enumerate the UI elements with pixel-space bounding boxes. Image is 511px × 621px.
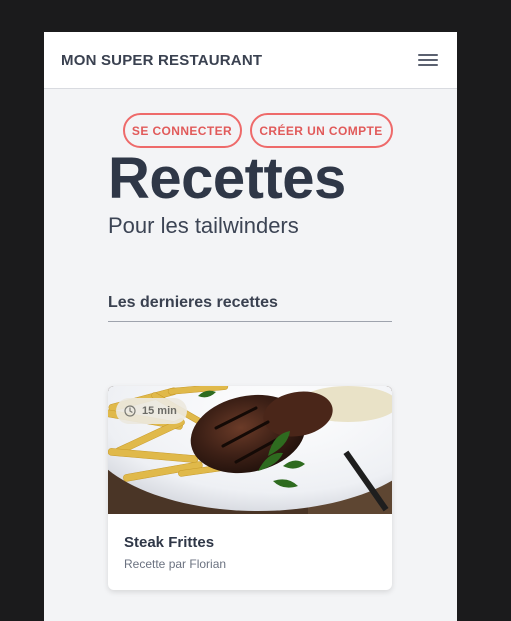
page-subtitle: Pour les tailwinders — [108, 213, 299, 238]
recipe-card[interactable]: 15 min Steak Frittes Recette par Florian — [108, 386, 392, 590]
section-title: Les dernieres recettes — [108, 294, 278, 311]
navbar: MON SUPER RESTAURANT — [44, 32, 457, 89]
clock-icon — [124, 405, 136, 417]
menu-line — [418, 59, 438, 61]
signup-button[interactable]: CRÉER UN COMPTE — [249, 113, 393, 148]
duration-text: 15 min — [142, 405, 177, 417]
brand-logo-text[interactable]: MON SUPER RESTAURANT — [61, 52, 262, 69]
recipe-image: 15 min — [108, 386, 392, 514]
login-button[interactable]: SE CONNECTER — [122, 113, 242, 148]
recipe-author: Recette par Florian — [124, 557, 227, 571]
section-divider — [108, 321, 392, 322]
menu-line — [418, 64, 438, 66]
hamburger-menu-icon[interactable] — [418, 52, 438, 68]
menu-line — [418, 54, 438, 56]
recipe-card-body: Steak Frittes Recette par Florian — [108, 514, 392, 571]
auth-buttons: SE CONNECTER CRÉER UN COMPTE — [44, 113, 457, 148]
mobile-viewport: MON SUPER RESTAURANT SE CONNECTER CRÉER … — [44, 32, 457, 621]
duration-badge: 15 min — [116, 398, 187, 424]
recipe-title: Steak Frittes — [124, 534, 215, 551]
page-title: Recettes — [108, 146, 346, 211]
